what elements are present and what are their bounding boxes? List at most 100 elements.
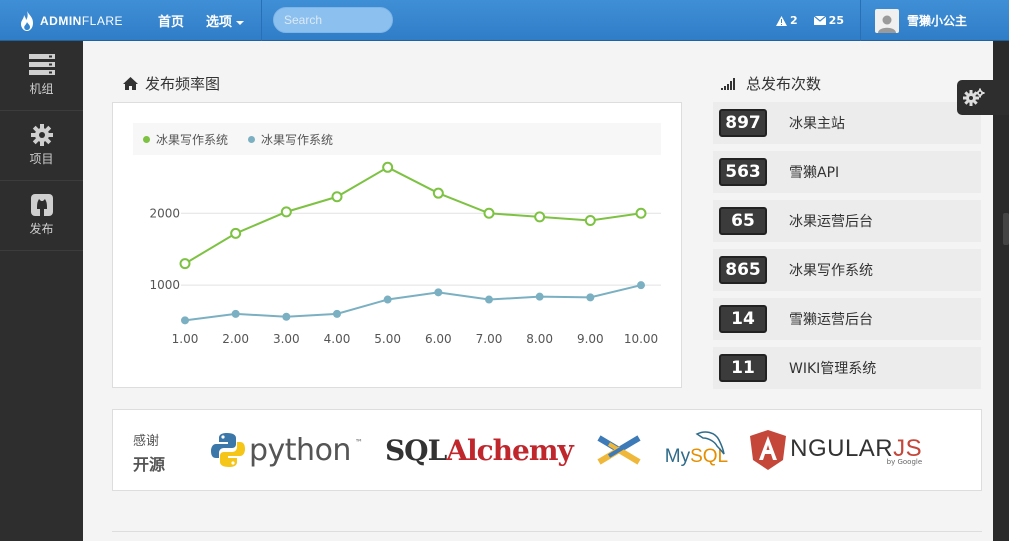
- stat-row[interactable]: 563 雪獭API: [713, 151, 981, 193]
- data-point: [382, 161, 394, 173]
- github-icon: [30, 194, 53, 216]
- sidebar-item-label: 项目: [29, 152, 54, 166]
- stat-row[interactable]: 897 冰果主站: [713, 102, 981, 144]
- data-point: [534, 211, 546, 223]
- sqlalchemy-wordmark: SQLAlchemy: [384, 433, 574, 467]
- y-tick-label: 2000: [149, 206, 180, 220]
- data-point: [483, 207, 495, 219]
- y-tick-label: 1000: [149, 278, 180, 292]
- data-point: [637, 281, 645, 290]
- nav-divider: [859, 0, 861, 41]
- python-logo[interactable]: python ™: [211, 432, 363, 468]
- stat-row[interactable]: 11 WIKI管理系统: [713, 347, 981, 389]
- sqlalchemy-logo[interactable]: SQLAlchemy: [384, 433, 574, 467]
- x-tick-label: 3.00: [273, 332, 300, 346]
- data-point: [485, 295, 493, 304]
- sidebar: 机组 项目 发布: [0, 41, 83, 541]
- dolphin-icon: [695, 431, 725, 455]
- avatar: [874, 8, 899, 33]
- data-point: [231, 309, 240, 318]
- stat-label: 雪獭API: [789, 165, 840, 181]
- top-navbar: ADMINFLARE 首页 选项 2 25 雪獭小公主: [0, 0, 1009, 41]
- cross-logo-icon: [597, 435, 641, 465]
- flame-icon: [21, 10, 33, 31]
- vertical-scrollbar[interactable]: [993, 41, 1009, 541]
- user-menu[interactable]: 雪獭小公主: [874, 8, 967, 33]
- sidebar-item-machines[interactable]: 机组: [0, 41, 83, 111]
- x-tick-label: 7.00: [476, 332, 503, 346]
- user-icon: [877, 15, 896, 33]
- stat-label: WIKI管理系统: [789, 361, 877, 377]
- open-source-thanks-panel: 感谢 开源 python ™ SQLAlchemy MySQL NGULARJS…: [112, 409, 982, 491]
- sidebar-item-projects[interactable]: 项目: [0, 111, 83, 181]
- thanks-line2: 开源: [133, 455, 166, 474]
- stat-count: 14: [719, 305, 767, 333]
- thanks-line1: 感谢: [133, 434, 160, 449]
- data-point: [535, 292, 544, 301]
- pyramid-logo[interactable]: [595, 430, 643, 470]
- stats-section-title: 总发布次数: [721, 73, 821, 94]
- data-point: [230, 227, 242, 239]
- stat-row[interactable]: 865 冰果写作系统: [713, 249, 981, 291]
- stat-count: 11: [719, 354, 767, 382]
- signal-icon: [721, 78, 735, 90]
- data-point: [282, 312, 291, 321]
- data-point: [584, 214, 596, 226]
- data-point: [181, 316, 189, 325]
- stat-row[interactable]: 65 冰果运营后台: [713, 200, 981, 242]
- stat-row[interactable]: 14 雪獭运营后台: [713, 298, 981, 340]
- stat-label: 雪獭运营后台: [789, 312, 873, 328]
- x-tick-label: 4.00: [324, 332, 351, 346]
- data-point: [331, 191, 343, 203]
- series-line: [184, 166, 642, 265]
- nav-home[interactable]: 首页: [158, 11, 184, 30]
- angular-wordmark-main: NGULAR: [790, 434, 894, 462]
- python-icon: [211, 433, 245, 467]
- data-point: [280, 206, 292, 218]
- right-nav: 2 25 雪獭小公主: [776, 0, 1009, 41]
- thanks-label: 感谢 开源: [133, 430, 165, 475]
- server-icon: [28, 54, 55, 75]
- mysql-logo[interactable]: MySQL: [664, 431, 728, 468]
- divider: [112, 531, 982, 532]
- mysql-wordmark-my: My: [664, 446, 691, 467]
- search-input[interactable]: [273, 7, 393, 33]
- messages-button[interactable]: 25: [813, 14, 844, 27]
- messages-count: 25: [828, 14, 844, 27]
- top-nav: 首页 选项: [158, 0, 266, 41]
- stat-count: 65: [719, 207, 767, 235]
- alerts-button[interactable]: 2: [776, 14, 798, 27]
- data-point: [586, 293, 595, 302]
- stat-label: 冰果写作系统: [789, 263, 873, 279]
- user-name: 雪獭小公主: [906, 14, 967, 28]
- data-point: [434, 288, 443, 297]
- line-chart: 1000 2000 1.00 2.00 3.00 4.00 5.00 6.00 7.00 8.00…: [149, 161, 661, 346]
- angular-shield-icon: [750, 430, 787, 470]
- x-tick-label: 1.00: [172, 332, 199, 346]
- data-point: [179, 258, 191, 270]
- sidebar-item-label: 机组: [29, 82, 54, 96]
- scrollbar-thumb[interactable]: [1003, 213, 1009, 245]
- sidebar-item-label: 发布: [29, 222, 54, 236]
- series-line: [184, 284, 642, 322]
- stat-label: 冰果主站: [789, 116, 845, 132]
- stat-count: 563: [719, 158, 767, 186]
- chart-section-title: 发布频率图: [123, 73, 220, 94]
- angularjs-logo[interactable]: NGULARJS by Google: [750, 430, 922, 470]
- stats-title-text: 总发布次数: [746, 75, 822, 93]
- chevron-down-icon: [236, 20, 245, 25]
- x-tick-label: 5.00: [374, 332, 401, 346]
- x-tick-label: 2.00: [222, 332, 249, 346]
- settings-toggle-button[interactable]: [957, 80, 1009, 115]
- python-trademark: ™: [354, 438, 363, 447]
- sidebar-item-releases[interactable]: 发布: [0, 181, 83, 251]
- sqlalchemy-wordmark-sql: SQL: [384, 433, 447, 467]
- brand-logo[interactable]: ADMINFLARE: [18, 0, 123, 41]
- nav-options[interactable]: 选项: [206, 11, 245, 30]
- logo-strip: python ™ SQLAlchemy MySQL NGULARJS by Go…: [211, 424, 922, 476]
- data-point: [635, 207, 647, 219]
- sqlalchemy-wordmark-alchemy: Alchemy: [446, 433, 573, 467]
- data-point: [333, 309, 341, 318]
- warning-icon: [776, 15, 788, 26]
- stats-list: 897 冰果主站 563 雪獭API 65 冰果运营后台 865 冰果写作系统 14 雪獭…: [713, 102, 981, 396]
